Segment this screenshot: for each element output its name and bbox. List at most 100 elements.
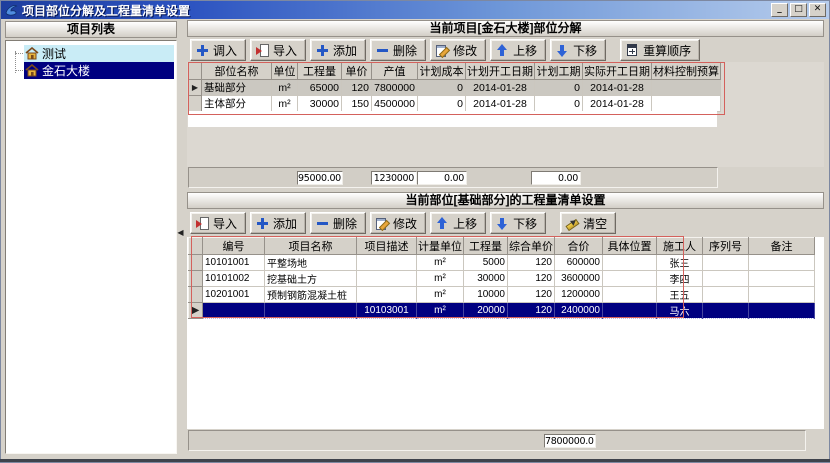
- grid-cell[interactable]: [652, 80, 721, 96]
- grid-cell[interactable]: 0: [418, 96, 466, 112]
- grid-cell[interactable]: 10101002: [203, 271, 265, 287]
- delete-button[interactable]: 删除: [310, 212, 366, 234]
- column-header[interactable]: 项目名称: [265, 238, 357, 255]
- grid-cell[interactable]: 马六: [657, 303, 703, 319]
- grid-cell[interactable]: [357, 255, 417, 271]
- column-header[interactable]: 计量单位: [417, 238, 464, 255]
- grid-cell[interactable]: [265, 303, 357, 319]
- grid-cell[interactable]: 120: [508, 271, 555, 287]
- move-up-button[interactable]: 上移: [490, 39, 546, 61]
- grid-cell[interactable]: 王五: [657, 287, 703, 303]
- column-header[interactable]: 单价: [342, 63, 372, 80]
- column-header[interactable]: 施工人: [657, 238, 703, 255]
- grid-cell[interactable]: [603, 271, 657, 287]
- grid-cell[interactable]: 7800000: [372, 80, 418, 96]
- grid-cell[interactable]: m²: [417, 255, 464, 271]
- grid-cell[interactable]: 预制钢筋混凝土桩: [265, 287, 357, 303]
- grid-cell[interactable]: [749, 271, 815, 287]
- grid-cell[interactable]: 平整场地: [265, 255, 357, 271]
- close-button[interactable]: ✕: [809, 3, 826, 17]
- grid-cell[interactable]: 李四: [657, 271, 703, 287]
- column-header[interactable]: 工程量: [464, 238, 508, 255]
- grid-cell[interactable]: [703, 255, 749, 271]
- move-up-button[interactable]: 上移: [430, 212, 486, 234]
- grid-cell[interactable]: 150: [342, 96, 372, 112]
- column-header[interactable]: 综合单价: [508, 238, 555, 255]
- grid-cell[interactable]: [749, 255, 815, 271]
- grid-cell[interactable]: 2014-01-28: [583, 80, 652, 96]
- grid-cell[interactable]: [703, 287, 749, 303]
- column-header[interactable]: 具体位置: [603, 238, 657, 255]
- table-row[interactable]: 10101002挖基础土方m²300001203600000李四: [189, 271, 815, 287]
- import-button[interactable]: 导入: [250, 39, 306, 61]
- grid-cell[interactable]: 30000: [464, 271, 508, 287]
- table-row[interactable]: ▶10103001m²200001202400000马六: [189, 303, 815, 319]
- delete-button[interactable]: 删除: [370, 39, 426, 61]
- grid-cell[interactable]: 5000: [464, 255, 508, 271]
- column-header[interactable]: 实际开工日期: [583, 63, 652, 80]
- table-row[interactable]: 10201001预制钢筋混凝土桩 m²100001201200000 王五: [189, 287, 815, 303]
- modify-button[interactable]: 修改: [370, 212, 426, 234]
- grid-cell[interactable]: 2014-01-28: [583, 96, 652, 112]
- grid-cell[interactable]: 10101001: [203, 255, 265, 271]
- column-header[interactable]: 序列号: [703, 238, 749, 255]
- grid-cell[interactable]: 3600000: [555, 271, 603, 287]
- grid-cell[interactable]: m²: [272, 80, 298, 96]
- grid-cell[interactable]: 4500000: [372, 96, 418, 112]
- column-header[interactable]: 编号: [203, 238, 265, 255]
- grid-cell[interactable]: 10201001: [203, 287, 265, 303]
- add-button[interactable]: 添加: [310, 39, 366, 61]
- column-header[interactable]: 单位: [272, 63, 298, 80]
- grid-cell[interactable]: 2014-01-28: [466, 80, 535, 96]
- grid-cell[interactable]: 10000: [464, 287, 508, 303]
- grid-cell[interactable]: [203, 303, 265, 319]
- grid-cell[interactable]: [603, 255, 657, 271]
- load-button[interactable]: 调入: [190, 39, 246, 61]
- grid-cell[interactable]: [749, 287, 815, 303]
- column-header[interactable]: 工程量: [298, 63, 342, 80]
- column-header[interactable]: 计划开工日期: [466, 63, 535, 80]
- grid-cell[interactable]: 张三: [657, 255, 703, 271]
- table-row[interactable]: ▶基础部分m²65000120780000002014-01-2802014-0…: [189, 80, 721, 96]
- minimize-button[interactable]: _: [771, 3, 788, 17]
- grid-cell[interactable]: 120: [508, 255, 555, 271]
- grid-cell[interactable]: 65000: [298, 80, 342, 96]
- grid-cell[interactable]: 2400000: [555, 303, 603, 319]
- grid-cell[interactable]: 主体部分: [202, 96, 272, 112]
- modify-button[interactable]: 修改: [430, 39, 486, 61]
- maximize-button[interactable]: □: [790, 3, 807, 17]
- grid-cell[interactable]: [703, 271, 749, 287]
- grid-cell[interactable]: 30000: [298, 96, 342, 112]
- grid-cell[interactable]: [603, 303, 657, 319]
- table-row[interactable]: 10101001平整场地 m²5000120600000 张三: [189, 255, 815, 271]
- grid-cell[interactable]: 1200000: [555, 287, 603, 303]
- grid-cell[interactable]: 10103001: [357, 303, 417, 319]
- grid-cell[interactable]: m²: [417, 303, 464, 319]
- splitter-collapse-arrow[interactable]: ◀: [176, 225, 185, 241]
- grid-cell[interactable]: [603, 287, 657, 303]
- grid-cell[interactable]: 600000: [555, 255, 603, 271]
- add-button[interactable]: 添加: [250, 212, 306, 234]
- grid-cell[interactable]: m²: [417, 287, 464, 303]
- grid-cell[interactable]: 120: [342, 80, 372, 96]
- recalc-order-button[interactable]: 重算顺序: [620, 39, 700, 61]
- column-header[interactable]: 计划成本: [418, 63, 466, 80]
- grid-cell[interactable]: [357, 287, 417, 303]
- grid-cell[interactable]: [357, 271, 417, 287]
- column-header[interactable]: 计划工期: [535, 63, 583, 80]
- grid-cell[interactable]: 120: [508, 287, 555, 303]
- move-down-button[interactable]: 下移: [550, 39, 606, 61]
- tree-item-jinshi-building[interactable]: 金石大楼: [24, 62, 174, 79]
- column-header[interactable]: 材料控制预算: [652, 63, 721, 80]
- grid-cell[interactable]: 挖基础土方: [265, 271, 357, 287]
- move-down-button[interactable]: 下移: [490, 212, 546, 234]
- grid-cell[interactable]: 2014-01-28: [466, 96, 535, 112]
- grid-cell[interactable]: 0: [418, 80, 466, 96]
- grid-cell[interactable]: 20000: [464, 303, 508, 319]
- clear-button[interactable]: 清空: [560, 212, 616, 234]
- grid-cell[interactable]: [703, 303, 749, 319]
- grid-cell[interactable]: 0: [535, 80, 583, 96]
- import-button[interactable]: 导入: [190, 212, 246, 234]
- column-header[interactable]: 合价: [555, 238, 603, 255]
- grid-cell[interactable]: 120: [508, 303, 555, 319]
